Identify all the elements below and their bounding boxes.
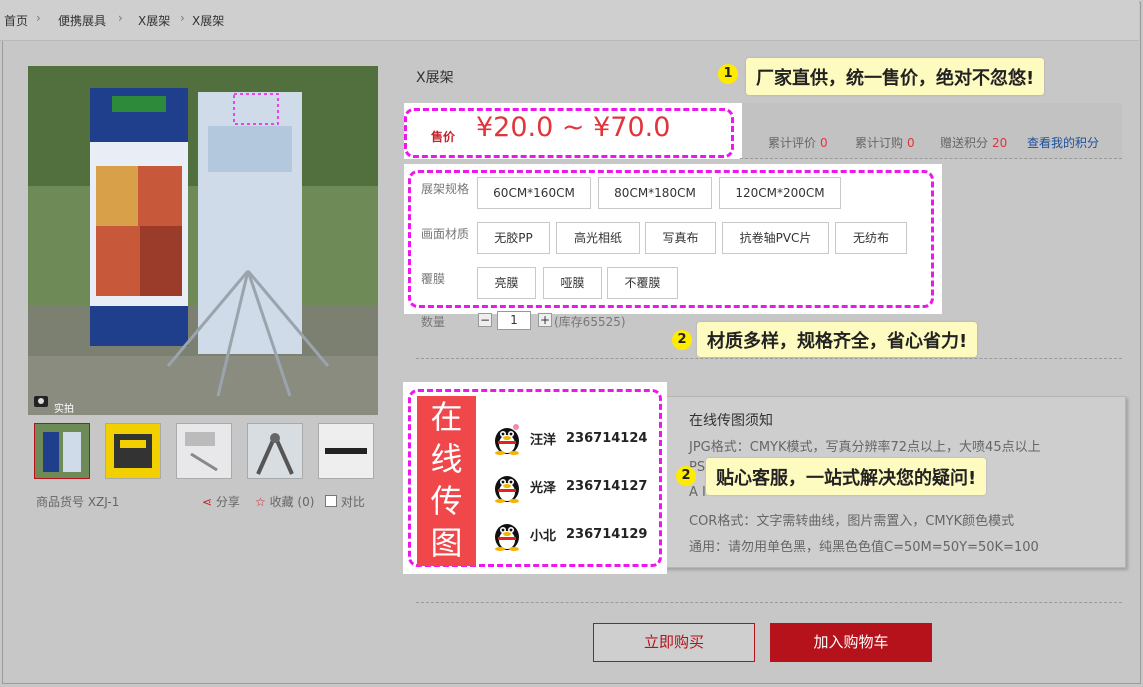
favorite-button[interactable]: ☆ 收藏 (0) bbox=[255, 493, 314, 510]
banner-char: 传 bbox=[430, 482, 463, 520]
upload-note-cdr: COR格式：文字需转曲线，图片需置入，CMYK颜色模式 bbox=[689, 514, 1015, 529]
option-film-gloss[interactable]: 亮膜 bbox=[477, 267, 536, 299]
stat-points-value: 20 bbox=[992, 136, 1008, 150]
thumbnail-2[interactable] bbox=[105, 423, 161, 479]
option-material-canvas[interactable]: 写真布 bbox=[645, 222, 716, 254]
stat-reviews-value: 0 bbox=[820, 136, 828, 150]
stat-orders-label: 累计订购 bbox=[855, 136, 904, 150]
callout-number-1: 1 bbox=[718, 64, 738, 84]
contact-name: 光泽 bbox=[530, 480, 557, 496]
option-label-material: 画面材质 bbox=[421, 227, 470, 241]
qq-contact-3[interactable]: 小北 236714129 bbox=[490, 514, 647, 554]
option-size-120x200[interactable]: 120CM*200CM bbox=[719, 177, 841, 209]
breadcrumb-separator: › bbox=[36, 11, 41, 25]
qq-penguin-icon bbox=[495, 424, 519, 455]
stat-points-label: 赠送积分 bbox=[940, 136, 989, 150]
product-photo-illustration bbox=[28, 66, 378, 415]
callout-number-3: 2 bbox=[676, 466, 696, 486]
breadcrumb-category[interactable]: 便携展具 bbox=[58, 12, 106, 29]
divider bbox=[740, 158, 1122, 159]
qq-penguin-icon bbox=[495, 476, 519, 503]
divider bbox=[416, 602, 1122, 603]
share-label: 分享 bbox=[215, 495, 240, 509]
option-film-matte[interactable]: 哑膜 bbox=[543, 267, 602, 299]
quantity-plus-button[interactable]: + bbox=[538, 313, 552, 327]
thumbnail-5[interactable] bbox=[318, 423, 374, 479]
option-size-60x160[interactable]: 60CM*160CM bbox=[477, 177, 591, 209]
qq-contact-1[interactable]: 汪洋 236714124 bbox=[490, 418, 647, 458]
breadcrumb-separator: › bbox=[180, 11, 185, 25]
stock-count: (库存65525) bbox=[554, 315, 626, 329]
breadcrumb-subcategory[interactable]: X展架 bbox=[138, 12, 170, 29]
product-title: X展架 bbox=[416, 70, 454, 86]
add-to-cart-button[interactable]: 加入购物车 bbox=[770, 623, 932, 662]
banner-char: 图 bbox=[430, 524, 463, 562]
divider bbox=[416, 358, 1122, 359]
my-points-link[interactable]: 查看我的积分 bbox=[1027, 134, 1099, 151]
option-material-pvc[interactable]: 抗卷轴PVC片 bbox=[722, 222, 829, 254]
quantity-label: 数量 bbox=[421, 315, 446, 329]
option-size-80x180[interactable]: 80CM*180CM bbox=[598, 177, 712, 209]
share-icon: ⋖ bbox=[202, 495, 213, 509]
compare-label: 对比 bbox=[340, 495, 365, 509]
option-label-size: 展架规格 bbox=[421, 182, 470, 196]
share-button[interactable]: ⋖ 分享 bbox=[202, 493, 240, 510]
stat-orders: 累计订购 0 bbox=[855, 134, 915, 151]
stat-reviews: 累计评价 0 bbox=[768, 134, 828, 151]
contact-name: 汪洋 bbox=[530, 432, 557, 448]
price-value: ¥20.0 ~ ¥70.0 bbox=[476, 112, 671, 143]
callout-2: 材质多样，规格齐全，省心省力! bbox=[697, 322, 978, 357]
upload-note-general: 通用：请勿用单色黑，纯黑色色值C=50M=50Y=50K=100 bbox=[689, 540, 1039, 555]
upload-note-jpg: JPG格式：CMYK模式，写真分辨率72点以上，大喷45点以上 bbox=[689, 440, 1041, 455]
upload-note-ai: A I bbox=[689, 485, 706, 500]
option-label-film: 覆膜 bbox=[421, 272, 446, 286]
contact-qq-number: 236714129 bbox=[566, 526, 648, 542]
product-sku: 商品货号 XZJ-1 bbox=[36, 495, 120, 509]
compare-checkbox[interactable]: 对比 bbox=[325, 493, 365, 510]
stat-reviews-label: 累计评价 bbox=[768, 136, 817, 150]
favorite-label: 收藏 (0) bbox=[269, 495, 315, 509]
option-material-nonwoven[interactable]: 无纺布 bbox=[835, 222, 907, 254]
callout-number-2: 2 bbox=[672, 330, 692, 350]
upload-notes-title: 在线传图须知 bbox=[689, 413, 773, 429]
photo-badge: 实拍 bbox=[54, 404, 74, 415]
qq-penguin-icon bbox=[495, 524, 519, 551]
thumbnail-4[interactable] bbox=[247, 423, 303, 479]
breadcrumb-bar: 首页 › 便携展具 › X展架 › X展架 bbox=[0, 0, 1139, 41]
contact-qq-number: 236714124 bbox=[566, 430, 648, 446]
thumbnail-1[interactable] bbox=[34, 423, 90, 479]
option-film-none[interactable]: 不覆膜 bbox=[607, 267, 678, 299]
banner-char: 在 bbox=[430, 398, 463, 436]
stat-orders-value: 0 bbox=[907, 136, 915, 150]
banner-char: 线 bbox=[430, 440, 463, 478]
price-label: 售价 bbox=[431, 130, 456, 144]
thumbnail-3[interactable] bbox=[176, 423, 232, 479]
quantity-input[interactable]: 1 bbox=[497, 311, 531, 330]
contact-qq-number: 236714127 bbox=[566, 478, 648, 494]
option-material-photo-paper[interactable]: 高光相纸 bbox=[556, 222, 640, 254]
buy-now-button[interactable]: 立即购买 bbox=[593, 623, 755, 662]
breadcrumb-current: X展架 bbox=[192, 14, 225, 28]
star-icon: ☆ bbox=[255, 495, 266, 509]
quantity-minus-button[interactable]: − bbox=[478, 313, 492, 327]
callout-3: 贴心客服，一站式解决您的疑问! bbox=[706, 458, 987, 495]
contact-name: 小北 bbox=[530, 528, 557, 544]
stat-points: 赠送积分 20 bbox=[940, 134, 1007, 151]
checkbox-icon bbox=[325, 495, 337, 507]
online-upload-banner: 在 线 传 图 bbox=[417, 396, 476, 566]
callout-1: 厂家直供，统一售价，绝对不忽悠! bbox=[746, 58, 1045, 95]
breadcrumb-home[interactable]: 首页 bbox=[4, 12, 28, 29]
qq-contact-2[interactable]: 光泽 236714127 bbox=[490, 466, 647, 506]
product-main-image[interactable]: 实拍 bbox=[28, 66, 378, 415]
breadcrumb-separator: › bbox=[118, 11, 123, 25]
option-material-pp[interactable]: 无胶PP bbox=[477, 222, 550, 254]
